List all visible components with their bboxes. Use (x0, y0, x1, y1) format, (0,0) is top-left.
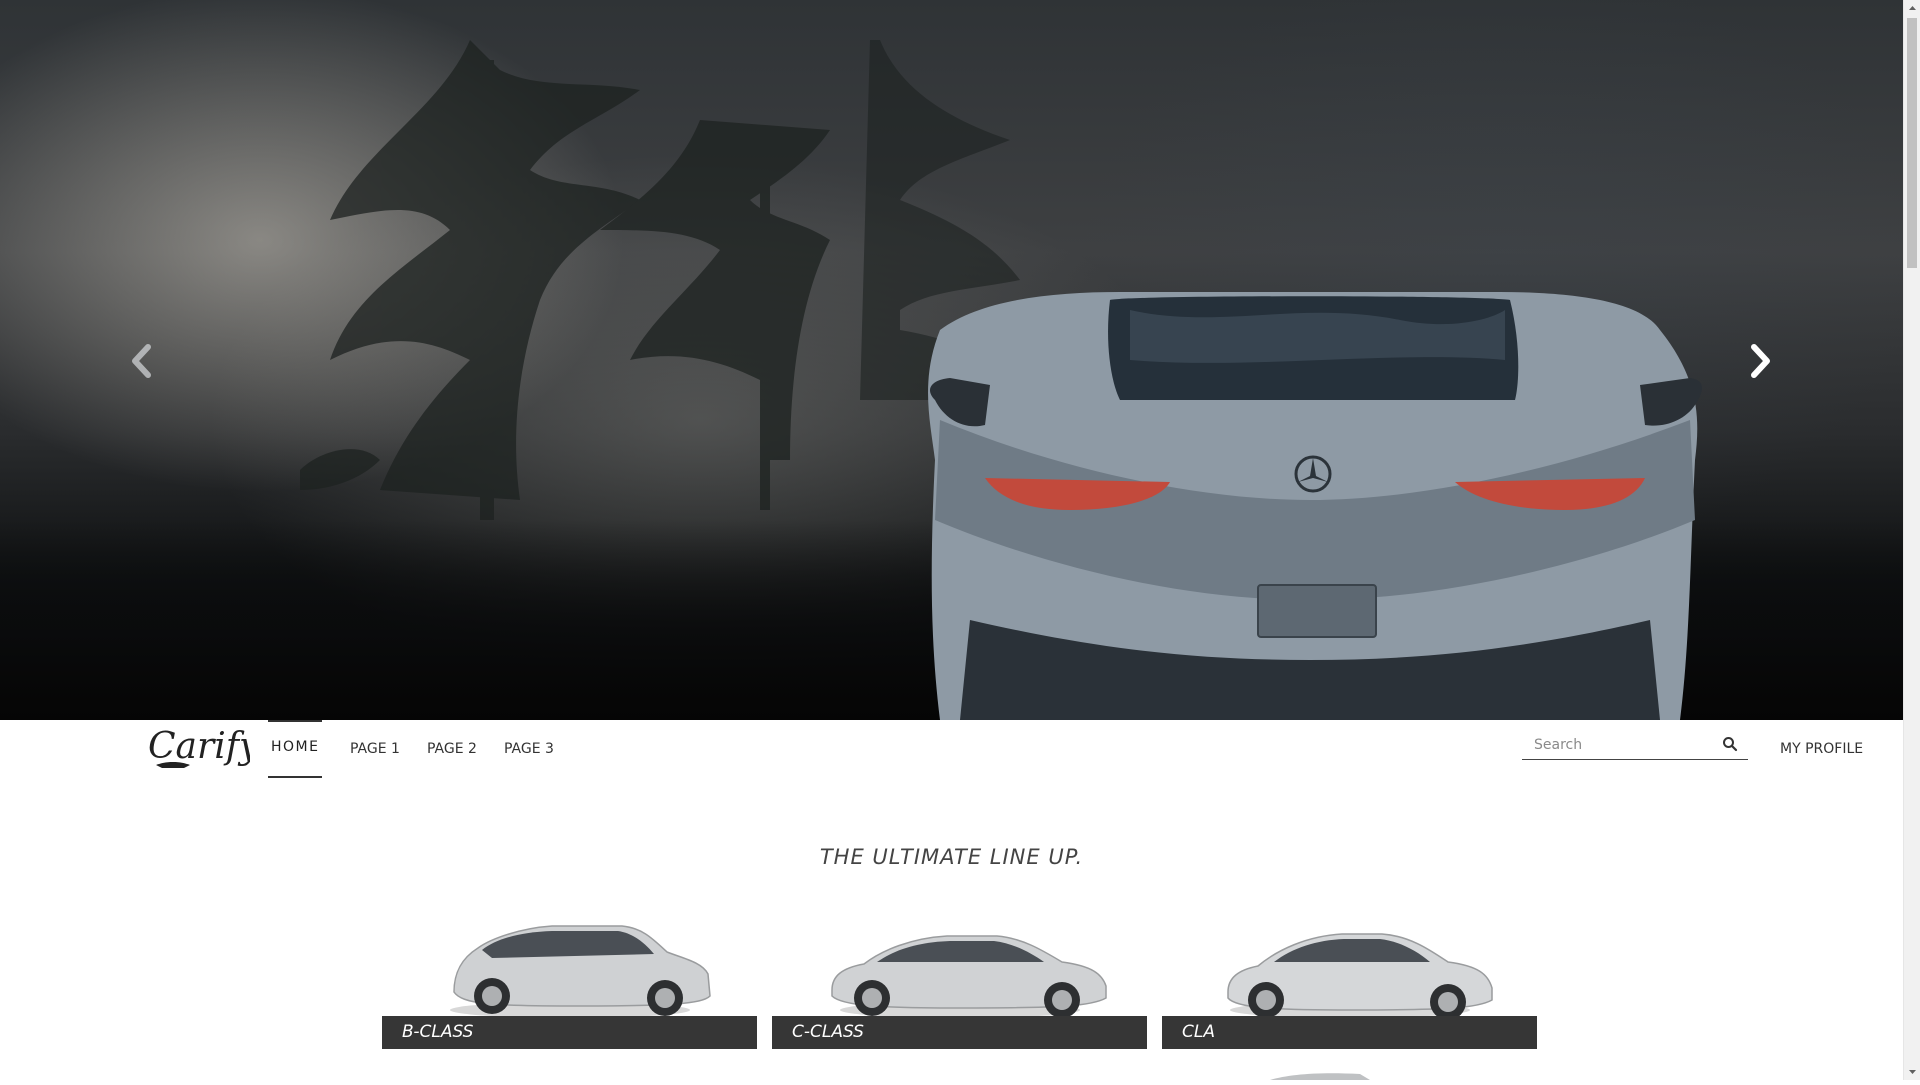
next-row-car-image (1270, 1073, 1370, 1080)
search-icon[interactable] (1722, 736, 1738, 752)
section-title: THE ULTIMATE LINE UP. (819, 845, 1084, 869)
svg-text:Carify: Carify (148, 726, 250, 767)
car-card-c-class[interactable]: C-CLASS (772, 912, 1147, 1050)
hero-image (300, 40, 1702, 720)
carousel-prev-button[interactable] (116, 336, 166, 386)
scroll-down-button[interactable] (1904, 1063, 1920, 1080)
hero-carousel (0, 0, 1903, 720)
car-image-c-class (831, 935, 1107, 1018)
carousel-next-button[interactable] (1736, 336, 1786, 386)
scroll-thumb[interactable] (1907, 18, 1917, 268)
car-card-b-class[interactable]: B-CLASS (382, 912, 757, 1050)
search-input[interactable] (1532, 733, 1716, 757)
page: Carify HOME PAGE 1 PAGE 2 PAGE 3 MY PROF… (0, 0, 1903, 1080)
triangle-up-icon (1909, 6, 1916, 10)
car-image-b-class (450, 925, 711, 1018)
carify-logo-icon: Carify (148, 726, 260, 768)
page-scrollbar[interactable] (1903, 0, 1920, 1080)
car-image-cla (1227, 933, 1493, 1020)
nav-item-home[interactable]: HOME (268, 720, 323, 778)
triangle-down-icon (1909, 1070, 1916, 1074)
my-profile-link[interactable]: MY PROFILE (1780, 720, 1863, 778)
navbar: Carify HOME PAGE 1 PAGE 2 PAGE 3 MY PROF… (0, 720, 1903, 780)
nav-item-page-2[interactable]: PAGE 2 (427, 720, 477, 774)
nav-item-page-1[interactable]: PAGE 1 (350, 720, 400, 774)
car-card-label: CLA (1162, 1016, 1537, 1049)
carify-logo[interactable]: Carify (146, 724, 260, 774)
chevron-right-icon (1751, 344, 1770, 378)
car-card-label: B-CLASS (382, 1016, 757, 1049)
chevron-left-icon (132, 344, 151, 378)
nav-item-page-3[interactable]: PAGE 3 (504, 720, 554, 774)
scroll-up-button[interactable] (1904, 0, 1920, 17)
car-card-label: C-CLASS (772, 1016, 1147, 1049)
car-card-cla[interactable]: CLA (1162, 912, 1537, 1050)
search-box (1522, 731, 1748, 760)
